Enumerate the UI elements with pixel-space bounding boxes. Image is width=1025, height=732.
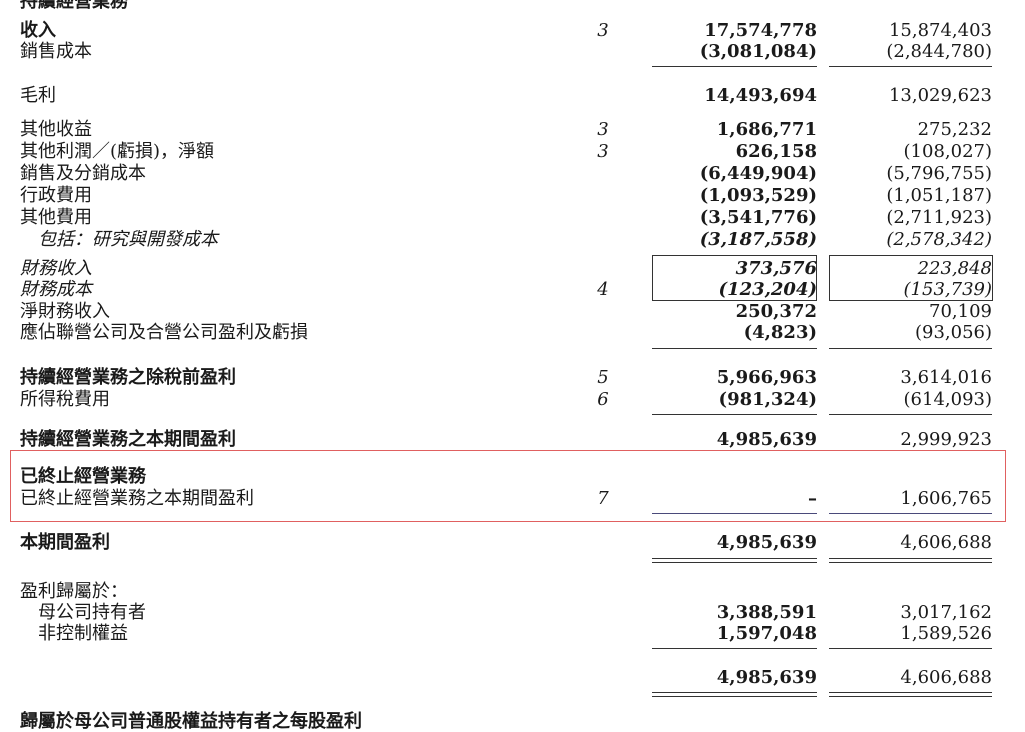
row-current-other-gains: 626,158 xyxy=(735,141,817,162)
row-current-income-tax: (981,324) xyxy=(718,389,817,410)
row-current-rd-costs: (3,187,558) xyxy=(699,229,817,250)
row-current-discontinued-profit: – xyxy=(808,488,817,509)
row-label-finance-income: 財務收入 xyxy=(20,258,92,279)
row-note-revenue: 3 xyxy=(597,20,609,41)
row-current-period-profit: 4,985,639 xyxy=(716,532,817,553)
row-label-other-gains: 其他利潤／(虧損)，淨額 xyxy=(20,141,215,162)
row-prior-share-of-associates: (93,056) xyxy=(914,322,992,343)
row-label-revenue: 收入 xyxy=(20,20,56,41)
row-prior-selling-costs: (5,796,755) xyxy=(886,163,992,184)
row-prior-admin-expenses: (1,051,187) xyxy=(886,185,992,206)
row-prior-revenue: 15,874,403 xyxy=(888,20,992,41)
rule-continuing-profit-current xyxy=(652,414,817,415)
row-prior-owners: 3,017,162 xyxy=(900,602,992,623)
row-label-other-expenses: 其他費用 xyxy=(20,207,92,228)
row-current-finance-costs: (123,204) xyxy=(718,279,817,300)
row-label-period-profit: 本期間盈利 xyxy=(20,532,110,553)
row-label-attributable-heading: 盈利歸屬於： xyxy=(20,581,128,602)
section-heading-continuing-operations: 持續經營業務 xyxy=(20,0,128,12)
row-prior-profit-before-tax: 3,614,016 xyxy=(900,367,992,388)
row-label-discontinued-heading: 已終止經營業務 xyxy=(20,466,146,487)
row-label-share-of-associates: 應佔聯營公司及合營公司盈利及虧損 xyxy=(20,322,308,343)
rule-pbt-current xyxy=(652,348,817,349)
row-label-cost-of-sales: 銷售成本 xyxy=(20,41,92,62)
rule-total-double1-current xyxy=(652,692,817,693)
row-current-continuing-profit: 4,985,639 xyxy=(716,429,817,450)
row-current-attributable-total: 4,985,639 xyxy=(716,667,817,688)
rule-attributable-prior xyxy=(829,648,992,649)
rule-period-profit-prior xyxy=(829,513,992,514)
row-note-other-gains: 3 xyxy=(597,141,609,162)
row-label-gross-profit: 毛利 xyxy=(20,85,56,106)
row-label-nci: 非控制權益 xyxy=(38,623,128,644)
row-current-other-income: 1,686,771 xyxy=(716,119,817,140)
row-label-profit-before-tax: 持續經營業務之除稅前盈利 xyxy=(20,367,236,388)
row-note-finance-costs: 4 xyxy=(597,279,609,300)
row-prior-other-income: 275,232 xyxy=(917,119,992,140)
row-current-nci: 1,597,048 xyxy=(716,623,817,644)
rule-total-double2-current xyxy=(652,696,817,697)
row-label-net-finance-income: 淨財務收入 xyxy=(20,301,110,322)
row-label-income-tax: 所得稅費用 xyxy=(20,389,110,410)
row-prior-continuing-profit: 2,999,923 xyxy=(900,429,992,450)
row-label-discontinued-profit: 已終止經營業務之本期間盈利 xyxy=(20,488,254,509)
row-label-finance-costs: 財務成本 xyxy=(20,279,92,300)
rule-total-double1-prior xyxy=(829,692,992,693)
row-label-rd-costs: 包括：研究與開發成本 xyxy=(38,229,218,250)
rule-pbt-prior xyxy=(829,348,992,349)
rule-continuing-profit-prior xyxy=(829,414,992,415)
rule-gross-profit-prior xyxy=(829,66,992,67)
row-label-other-income: 其他收益 xyxy=(20,119,92,140)
highlight-discontinued-operations xyxy=(10,450,1006,522)
row-current-cost-of-sales: (3,081,084) xyxy=(699,41,817,62)
rule-period-double2-current xyxy=(652,562,817,563)
row-note-other-income: 3 xyxy=(597,119,609,140)
row-current-gross-profit: 14,493,694 xyxy=(704,85,817,106)
rule-period-double1-prior xyxy=(829,558,992,559)
section-heading-eps: 歸屬於母公司普通股權益持有者之每股盈利 xyxy=(20,711,362,732)
row-prior-finance-income: 223,848 xyxy=(917,258,992,279)
rule-attributable-current xyxy=(652,648,817,649)
row-label-owners: 母公司持有者 xyxy=(38,602,146,623)
row-current-share-of-associates: (4,823) xyxy=(743,322,817,343)
row-label-continuing-profit: 持續經營業務之本期間盈利 xyxy=(20,429,236,450)
row-current-revenue: 17,574,778 xyxy=(704,20,817,41)
row-current-selling-costs: (6,449,904) xyxy=(699,163,817,184)
row-note-discontinued-profit: 7 xyxy=(597,488,609,509)
rule-period-profit-current xyxy=(652,513,817,514)
row-prior-attributable-total: 4,606,688 xyxy=(900,667,992,688)
row-prior-period-profit: 4,606,688 xyxy=(900,532,992,553)
row-current-net-finance-income: 250,372 xyxy=(735,301,817,322)
row-note-profit-before-tax: 5 xyxy=(597,367,609,388)
row-prior-gross-profit: 13,029,623 xyxy=(888,85,992,106)
row-prior-cost-of-sales: (2,844,780) xyxy=(886,41,992,62)
row-prior-rd-costs: (2,578,342) xyxy=(886,229,992,250)
row-prior-net-finance-income: 70,109 xyxy=(929,301,992,322)
row-prior-finance-costs: (153,739) xyxy=(903,279,992,300)
row-current-owners: 3,388,591 xyxy=(716,602,817,623)
rule-gross-profit-current xyxy=(652,66,817,67)
row-prior-discontinued-profit: 1,606,765 xyxy=(900,488,992,509)
row-note-income-tax: 6 xyxy=(597,389,609,410)
row-prior-income-tax: (614,093) xyxy=(903,389,992,410)
rule-period-double2-prior xyxy=(829,562,992,563)
row-current-admin-expenses: (1,093,529) xyxy=(699,185,817,206)
row-prior-other-gains: (108,027) xyxy=(903,141,992,162)
rule-period-double1-current xyxy=(652,558,817,559)
row-label-admin-expenses: 行政費用 xyxy=(20,185,92,206)
rule-total-double2-prior xyxy=(829,696,992,697)
row-current-other-expenses: (3,541,776) xyxy=(699,207,817,228)
row-prior-other-expenses: (2,711,923) xyxy=(886,207,992,228)
row-label-selling-costs: 銷售及分銷成本 xyxy=(20,163,146,184)
row-current-finance-income: 373,576 xyxy=(735,258,817,279)
row-prior-nci: 1,589,526 xyxy=(900,623,992,644)
row-current-profit-before-tax: 5,966,963 xyxy=(716,367,817,388)
